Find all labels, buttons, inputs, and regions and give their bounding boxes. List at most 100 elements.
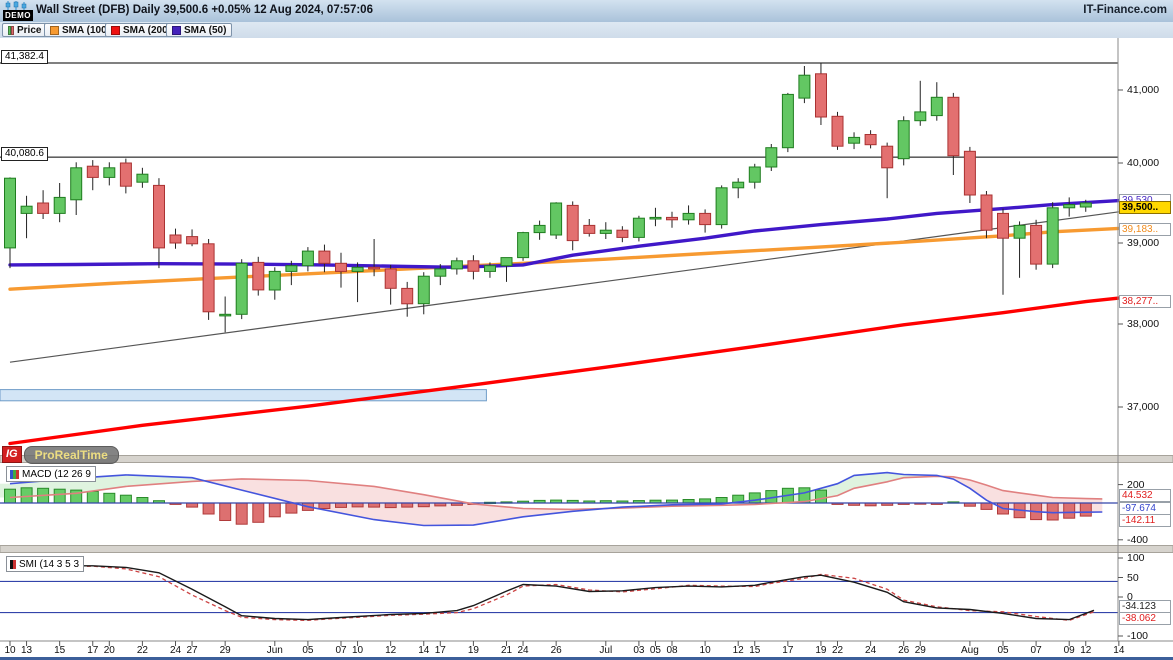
candle[interactable] <box>667 217 678 219</box>
candle[interactable] <box>1014 225 1025 238</box>
macd-bar[interactable] <box>5 489 16 503</box>
candle[interactable] <box>832 116 843 146</box>
candle[interactable] <box>683 213 694 219</box>
trendline[interactable] <box>10 212 1119 362</box>
macd-bar[interactable] <box>236 503 247 524</box>
candle[interactable] <box>154 185 165 248</box>
macd-bar[interactable] <box>203 503 214 514</box>
candle[interactable] <box>865 135 876 145</box>
candle[interactable] <box>584 225 595 233</box>
candle[interactable] <box>1064 205 1075 208</box>
candle[interactable] <box>816 74 827 117</box>
macd-bar[interactable] <box>981 503 992 509</box>
macd-bar[interactable] <box>253 503 264 522</box>
candle[interactable] <box>120 163 131 186</box>
candle[interactable] <box>633 218 644 237</box>
candle[interactable] <box>286 266 297 272</box>
candle[interactable] <box>71 168 82 200</box>
macd-bar[interactable] <box>700 499 711 503</box>
candle[interactable] <box>964 151 975 195</box>
macd-bar[interactable] <box>816 490 827 503</box>
macd-bar[interactable] <box>336 503 347 507</box>
candle[interactable] <box>451 261 462 269</box>
candle[interactable] <box>617 230 628 237</box>
smi-label-box[interactable]: SMI (14 3 5 3 <box>6 556 84 572</box>
candle[interactable] <box>551 203 562 235</box>
candle[interactable] <box>600 230 611 233</box>
macd-bar[interactable] <box>220 503 231 521</box>
candle[interactable] <box>21 206 32 213</box>
candle[interactable] <box>418 276 429 304</box>
candle[interactable] <box>203 244 214 312</box>
candle[interactable] <box>170 235 181 243</box>
macd-bar[interactable] <box>319 503 330 509</box>
macd-histogram[interactable] <box>5 488 1092 524</box>
candlestick-series[interactable] <box>5 63 1092 332</box>
candle[interactable] <box>749 167 760 182</box>
macd-bar[interactable] <box>749 493 760 503</box>
candle[interactable] <box>38 203 49 213</box>
macd-bar[interactable] <box>54 489 65 503</box>
candle[interactable] <box>302 251 313 266</box>
candle[interactable] <box>1031 225 1042 264</box>
candle[interactable] <box>87 166 98 177</box>
pane-separator[interactable] <box>0 456 1173 463</box>
candle[interactable] <box>269 271 280 290</box>
macd-bar[interactable] <box>137 498 148 504</box>
candle[interactable] <box>882 146 893 168</box>
macd-bar[interactable] <box>385 503 396 508</box>
candle[interactable] <box>104 168 115 178</box>
macd-bar[interactable] <box>120 495 131 503</box>
candle[interactable] <box>402 288 413 303</box>
candle[interactable] <box>54 197 65 213</box>
smi-main-line[interactable] <box>10 566 1094 620</box>
candle[interactable] <box>931 97 942 115</box>
macd-bar[interactable] <box>1064 503 1075 518</box>
sma-200-line[interactable] <box>10 298 1119 443</box>
macd-bar[interactable] <box>1047 503 1058 520</box>
candle[interactable] <box>385 269 396 288</box>
candle[interactable] <box>369 267 380 269</box>
candle[interactable] <box>518 233 529 258</box>
candle[interactable] <box>799 75 810 98</box>
candle[interactable] <box>948 97 959 155</box>
candle[interactable] <box>485 266 496 272</box>
candle[interactable] <box>220 314 231 316</box>
candle[interactable] <box>766 148 777 167</box>
macd-bar[interactable] <box>402 503 413 507</box>
candle[interactable] <box>501 258 512 266</box>
candle[interactable] <box>998 213 1009 238</box>
candle[interactable] <box>567 205 578 240</box>
macd-bar[interactable] <box>286 503 297 513</box>
candle[interactable] <box>5 178 16 248</box>
candle[interactable] <box>733 182 744 188</box>
candle[interactable] <box>137 174 148 182</box>
candle[interactable] <box>435 269 446 276</box>
candle[interactable] <box>253 262 264 290</box>
macd-bar[interactable] <box>1080 503 1091 516</box>
candle[interactable] <box>187 237 198 244</box>
macd-bar[interactable] <box>187 503 198 507</box>
candle[interactable] <box>534 225 545 232</box>
macd-bar[interactable] <box>87 492 98 504</box>
candle[interactable] <box>1047 208 1058 264</box>
candle[interactable] <box>650 217 661 219</box>
chart-canvas[interactable] <box>0 0 1173 660</box>
candle[interactable] <box>716 188 727 225</box>
candle[interactable] <box>849 137 860 143</box>
candle[interactable] <box>915 112 926 121</box>
candle[interactable] <box>700 213 711 224</box>
macd-bar[interactable] <box>269 503 280 517</box>
pane-separator[interactable] <box>0 546 1173 553</box>
macd-bar[interactable] <box>21 488 32 503</box>
candle[interactable] <box>352 267 363 271</box>
candle[interactable] <box>898 121 909 159</box>
candle[interactable] <box>1080 203 1091 207</box>
candle[interactable] <box>336 263 347 271</box>
candle[interactable] <box>981 195 992 230</box>
candle[interactable] <box>319 251 330 263</box>
macd-bar[interactable] <box>716 498 727 504</box>
macd-bar[interactable] <box>369 503 380 507</box>
candle[interactable] <box>468 261 479 272</box>
macd-label-box[interactable]: MACD (12 26 9 <box>6 466 96 482</box>
